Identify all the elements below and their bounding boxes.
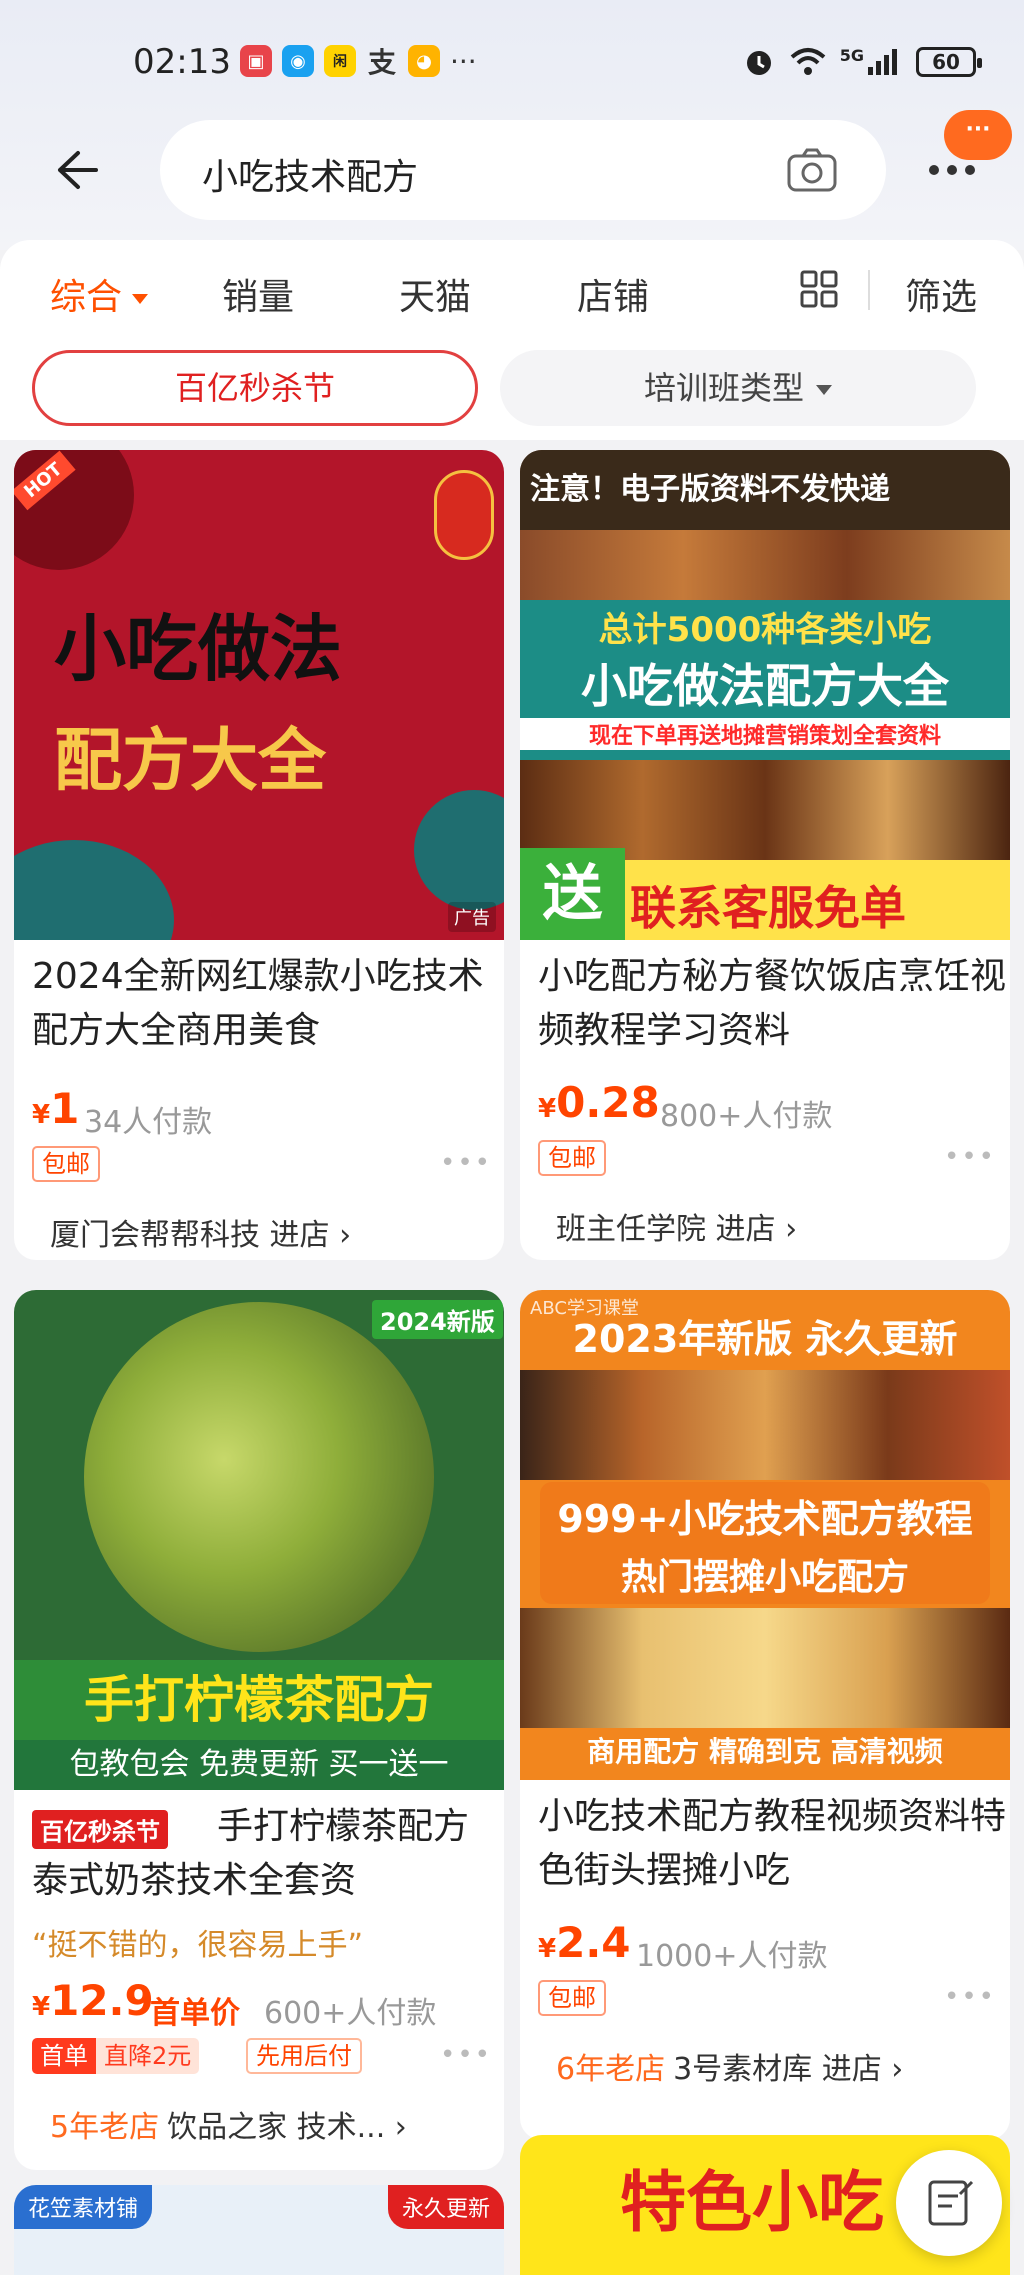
search-bar[interactable]: 小吃技术配方 [160, 120, 886, 220]
image-headline: 小吃做法 [54, 607, 343, 691]
caret-down-icon [816, 385, 832, 395]
shop-link[interactable]: 班主任学院 进店 › [556, 1204, 797, 1248]
product-price: ¥0.28 [538, 1078, 660, 1127]
promo-chip[interactable]: 百亿秒杀节 [32, 350, 478, 426]
image-subheadline: 包教包会 免费更新 买一送一 [14, 1740, 504, 1790]
tab-shops[interactable]: 店铺 [577, 268, 649, 320]
category-chip[interactable]: 培训班类型 [500, 350, 976, 426]
yellow-app-icon: 闲 [324, 45, 356, 77]
more-options-icon[interactable]: ••• [944, 1142, 996, 1172]
product-price: ¥12.9 [32, 1976, 154, 2025]
alipay-icon: 支 [367, 46, 396, 79]
product-card[interactable]: 2024新版 手打柠檬茶配方 包教包会 免费更新 买一送一 百亿秒杀节 手打柠檬… [14, 1290, 504, 2170]
blue-app-icon: ◉ [282, 45, 314, 77]
product-price: ¥2.4 [538, 1918, 631, 1967]
price-note: 首单价 [150, 1996, 240, 2031]
image-caption: 热门摆摊小吃配方 [620, 1557, 909, 1598]
product-card[interactable]: HOT 小吃做法 配方大全 广告 2024全新网红爆款小吃技术配方大全商用美食 … [14, 450, 504, 1260]
status-time: 02:13 [133, 42, 231, 82]
product-title[interactable]: 2024全新网红爆款小吃技术配方大全商用美食 [32, 950, 502, 1058]
network-label: 5G [839, 45, 864, 65]
notification-icons: ▣ ◉ 闲 支 ◕ ··· [240, 44, 477, 79]
review-snippet: “挺不错的，很容易上手” [32, 1928, 364, 1963]
weibo-icon: ◕ [408, 45, 440, 77]
product-image[interactable]: ABC学习课堂 2023年新版 永久更新 999+小吃技术配方教程 热门摆摊小吃… [520, 1290, 1010, 1780]
image-subheadline: 配方大全 [54, 722, 327, 801]
image-bottom-text: 商用配方 精确到克 高清视频 [587, 1735, 943, 1768]
product-title[interactable]: 手打柠檬茶配方泰式奶茶技术全套资 [32, 1800, 502, 1908]
chip-row: 百亿秒杀节 培训班类型 [0, 340, 1024, 440]
more-options-icon[interactable]: ••• [440, 1148, 492, 1178]
image-headline: 2023年新版 永久更新 [572, 1317, 958, 1361]
product-title[interactable]: 小吃配方秘方餐饮饭店烹饪视频教程学习资料 [538, 950, 1008, 1058]
product-price: ¥1 [32, 1084, 80, 1133]
image-subheadline: 小吃做法配方大全 [581, 659, 949, 713]
image-caption: 现在下单再送地摊营销策划全套资料 [520, 718, 1010, 750]
feedback-button[interactable] [896, 2150, 1002, 2256]
free-shipping-tag: 包邮 [32, 1146, 100, 1182]
shop-link[interactable]: 6年老店 3号素材库 进店 › [556, 2044, 903, 2088]
alarm-icon [746, 51, 771, 75]
paid-count: 1000+人付款 [636, 1939, 828, 1974]
update-corner-tag: 永久更新 [387, 2185, 504, 2229]
product-card[interactable]: ABC学习课堂 2023年新版 永久更新 999+小吃技术配方教程 热门摆摊小吃… [520, 1290, 1010, 2140]
image-headline: 手打柠檬茶配方 [14, 1660, 504, 1740]
tab-tmall[interactable]: 天猫 [399, 268, 471, 320]
pay-later-tag: 先用后付 [246, 2038, 362, 2074]
image-corner-badge: 2024新版 [372, 1300, 503, 1339]
red-book-icon: ▣ [240, 45, 272, 77]
caret-down-icon [132, 294, 149, 304]
sort-filter-bar: 综合 销量 天猫 店铺 筛选 [0, 240, 1024, 340]
free-shipping-tag: 包邮 [538, 1140, 606, 1176]
more-notifications: ··· [450, 44, 477, 78]
paid-count: 800+人付款 [660, 1099, 833, 1134]
drink-photo [84, 1302, 434, 1652]
camera-icon[interactable] [786, 146, 838, 194]
message-badge[interactable]: ··· [944, 110, 1012, 160]
image-subheadline: 999+小吃技术配方教程 [557, 1497, 973, 1541]
grid-view-icon[interactable] [800, 270, 838, 308]
tab-comprehensive[interactable]: 综合 [50, 268, 149, 320]
more-options-icon[interactable]: ••• [440, 2040, 492, 2070]
battery-icon: 60 [916, 47, 982, 77]
image-bottom-text: 联系客服免单 [630, 881, 906, 935]
product-title[interactable]: 小吃技术配方教程视频资料特色街头摆摊小吃 [538, 1790, 1008, 1898]
top-area: 02:13 ▣ ◉ 闲 支 ◕ ··· 5G 60 小吃技术配方 ··· [0, 0, 1024, 250]
ad-label: 广告 [448, 902, 496, 932]
free-shipping-tag: 包邮 [538, 1980, 606, 2016]
image-notice: 注意！电子版资料不发快递 [530, 472, 890, 507]
product-card[interactable]: 注意！电子版资料不发快递 总计5000种各类小吃 小吃做法配方大全 现在下单再送… [520, 450, 1010, 1260]
shop-link[interactable]: 厦门会帮帮科技 进店 › [50, 1210, 351, 1254]
product-image[interactable]: 注意！电子版资料不发快递 总计5000种各类小吃 小吃做法配方大全 现在下单再送… [520, 450, 1010, 940]
paid-count: 600+人付款 [264, 1996, 437, 2031]
status-bar: 02:13 ▣ ◉ 闲 支 ◕ ··· 5G 60 [0, 38, 1024, 88]
product-card-peek[interactable]: 花笠素材铺 永久更新 [14, 2185, 504, 2275]
image-headline: 总计5000种各类小吃 [598, 610, 932, 650]
image-send-badge: 送 [520, 848, 625, 940]
image-headline: 特色小吃 [620, 2164, 884, 2241]
edit-note-icon [928, 2180, 974, 2226]
shop-link[interactable]: 5年老店 饮品之家 技术... › [50, 2102, 407, 2146]
lantern-image [434, 470, 494, 560]
more-options-icon[interactable]: ••• [944, 1982, 996, 2012]
shop-corner-tag: 花笠素材铺 [14, 2185, 153, 2229]
divider [868, 270, 870, 310]
search-query[interactable]: 小吃技术配方 [202, 148, 418, 200]
battery-level: 60 [932, 50, 960, 74]
paid-count: 34人付款 [84, 1105, 213, 1140]
status-right: 5G 60 [742, 44, 982, 80]
tab-sales[interactable]: 销量 [222, 268, 294, 320]
wifi-icon [790, 48, 826, 75]
filter-button[interactable]: 筛选 [905, 268, 977, 320]
product-image[interactable]: HOT 小吃做法 配方大全 广告 [14, 450, 504, 940]
back-arrow-icon[interactable] [50, 145, 100, 195]
coupon-tag: 首单 直降2元 [32, 2038, 200, 2074]
signal-icon [868, 49, 897, 75]
product-image[interactable]: 2024新版 手打柠檬茶配方 包教包会 免费更新 买一送一 [14, 1290, 504, 1790]
